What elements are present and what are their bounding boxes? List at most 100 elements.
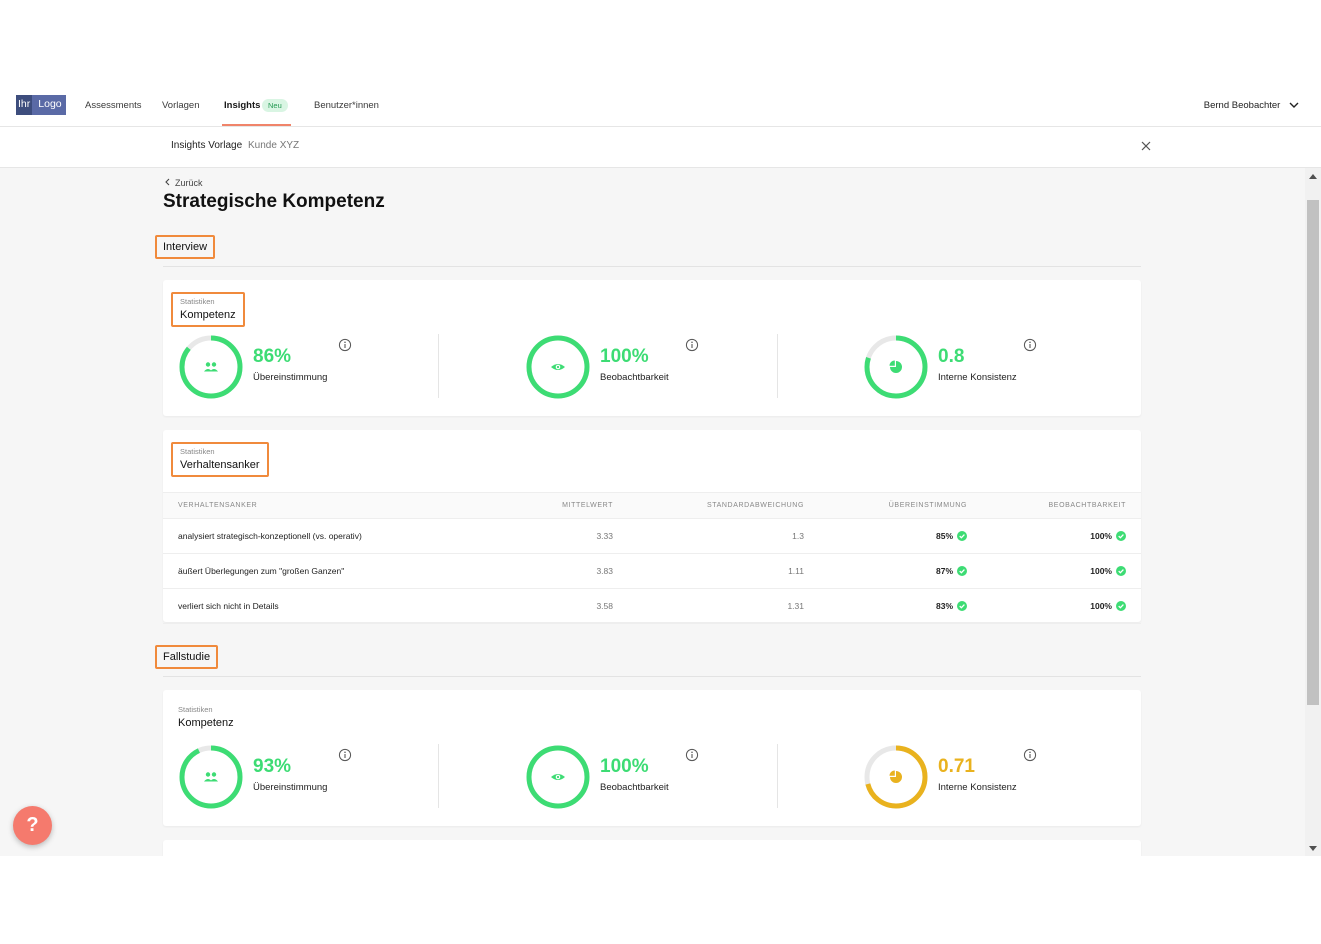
agreement-value: 83% <box>935 601 953 611</box>
card-kicker: Statistiken <box>180 297 215 306</box>
close-icon[interactable] <box>1139 139 1153 153</box>
nav-item-benutzer[interactable]: Benutzer*innen <box>314 84 379 127</box>
info-icon[interactable] <box>338 338 352 352</box>
content-area: Zurück Strategische Kompetenz Interview … <box>0 168 1305 856</box>
table-row[interactable]: verliert sich nicht in Details 3.58 1.31 83… <box>163 588 1141 624</box>
col-header[interactable]: MITTELWERT <box>493 492 613 519</box>
section-divider <box>163 266 1141 267</box>
anchor-observability: 100% <box>967 518 1141 554</box>
card-kicker: Statistiken <box>178 705 213 714</box>
metric-value: 86% <box>253 346 292 367</box>
company-logo[interactable]: Ihr Logo <box>16 95 66 115</box>
progress-ring <box>179 335 243 399</box>
user-name: Bernd Beobachter <box>1203 100 1281 111</box>
nav-item-vorlagen[interactable]: Vorlagen <box>162 84 200 127</box>
metric-users: 93% Übereinstimmung <box>178 744 418 810</box>
vertical-scrollbar[interactable] <box>1305 168 1321 856</box>
scroll-thumb[interactable] <box>1307 200 1319 705</box>
info-icon[interactable] <box>338 748 352 762</box>
anchor-name: analysiert strategisch-konzeptionell (vs… <box>163 518 493 554</box>
table-header-row: VERHALTENSANKER MITTELWERT STANDARDABWEI… <box>163 492 1141 519</box>
info-icon[interactable] <box>1023 748 1037 762</box>
info-icon[interactable] <box>685 338 699 352</box>
progress-ring <box>179 745 243 809</box>
metric-value: 0.71 <box>938 756 975 777</box>
top-navbar: Ihr Logo Assessments Vorlagen Insights N… <box>0 84 1321 127</box>
section-divider <box>163 676 1141 677</box>
kompetenz-card-interview: Statistiken Kompetenz 86% Übereinstimmung… <box>163 280 1141 416</box>
metric-label: Beobachtbarkeit <box>600 782 669 793</box>
back-label: Zurück <box>175 178 203 188</box>
col-header[interactable]: BEOBACHTBARKEIT <box>967 492 1141 519</box>
back-link[interactable]: Zurück <box>164 178 203 188</box>
progress-ring <box>864 745 928 809</box>
eye-icon <box>551 774 565 780</box>
scroll-up-arrow[interactable] <box>1309 174 1317 179</box>
metric-users: 86% Übereinstimmung <box>178 334 418 400</box>
anchors-table: VERHALTENSANKER MITTELWERT STANDARDABWEI… <box>163 492 1141 624</box>
pie-icon <box>889 360 902 373</box>
col-header[interactable]: VERHALTENSANKER <box>163 492 493 519</box>
progress-ring <box>526 335 590 399</box>
check-circle-icon <box>957 531 967 541</box>
user-menu[interactable]: Bernd Beobachter <box>1204 84 1299 127</box>
metric-label: Interne Konsistenz <box>938 782 1017 793</box>
new-badge: Neu <box>262 99 288 112</box>
anchor-sd: 1.31 <box>613 588 804 624</box>
info-icon[interactable] <box>685 748 699 762</box>
users-icon <box>204 362 218 372</box>
help-button[interactable]: ? <box>13 806 52 845</box>
page-title: Strategische Kompetenz <box>163 191 385 212</box>
agreement-value: 87% <box>935 566 953 576</box>
section-label-fallstudie: Fallstudie <box>155 645 219 669</box>
col-header[interactable]: STANDARDABWEICHUNG <box>613 492 804 519</box>
users-icon <box>204 772 218 782</box>
info-icon[interactable] <box>1023 338 1037 352</box>
anchor-name: verliert sich nicht in Details <box>163 588 493 624</box>
card-header: Statistiken Kompetenz <box>171 702 241 733</box>
metric-eye: 100% Beobachtbarkeit <box>525 334 765 400</box>
observability-value: 100% <box>1090 531 1112 541</box>
metric-label: Beobachtbarkeit <box>600 372 669 383</box>
template-client: Kunde XYZ <box>248 140 300 151</box>
active-tab-indicator <box>222 124 291 126</box>
col-header[interactable]: ÜBEREINSTIMMUNG <box>804 492 967 519</box>
table-row[interactable]: analysiert strategisch-konzeptionell (vs… <box>163 518 1141 554</box>
scroll-down-arrow[interactable] <box>1309 846 1317 851</box>
metric-value: 0.8 <box>938 346 965 367</box>
check-circle-icon <box>957 601 967 611</box>
check-circle-icon <box>1116 566 1126 576</box>
metric-value: 100% <box>600 346 649 367</box>
progress-ring <box>526 745 590 809</box>
metric-label: Übereinstimmung <box>253 372 328 383</box>
anchor-agreement: 87% <box>804 553 967 589</box>
verhaltensanker-card-interview: Statistiken Verhaltensanker VERHALTENSAN… <box>163 430 1141 624</box>
table-row[interactable]: äußert Überlegungen zum "großen Ganzen" 3… <box>163 553 1141 589</box>
metric-divider <box>438 334 439 398</box>
card-title: Kompetenz <box>178 717 234 729</box>
eye-icon <box>551 364 565 370</box>
section-label-interview: Interview <box>155 235 216 259</box>
metric-divider <box>438 744 439 808</box>
anchor-sd: 1.3 <box>613 518 804 554</box>
check-circle-icon <box>957 566 967 576</box>
metric-pie: 0.71 Interne Konsistenz <box>863 744 1103 810</box>
nav-item-assessments[interactable]: Assessments <box>85 84 142 127</box>
chevron-left-icon <box>165 178 170 186</box>
anchor-agreement: 83% <box>804 588 967 624</box>
card-kicker: Statistiken <box>180 447 215 456</box>
metric-label: Übereinstimmung <box>253 782 328 793</box>
anchor-mean: 3.58 <box>493 588 613 624</box>
metric-divider <box>777 744 778 808</box>
card-title: Verhaltensanker <box>180 459 260 471</box>
agreement-value: 85% <box>935 531 953 541</box>
metric-eye: 100% Beobachtbarkeit <box>525 744 765 810</box>
anchor-observability: 100% <box>967 553 1141 589</box>
template-title: Insights Vorlage <box>171 140 243 151</box>
anchor-mean: 3.33 <box>493 518 613 554</box>
nav-item-insights[interactable]: Insights <box>224 84 260 127</box>
card-header: Statistiken Verhaltensanker <box>171 442 269 477</box>
template-header: Insights Vorlage Kunde XYZ <box>0 127 1321 168</box>
anchor-sd: 1.11 <box>613 553 804 589</box>
metric-value: 93% <box>253 756 292 777</box>
